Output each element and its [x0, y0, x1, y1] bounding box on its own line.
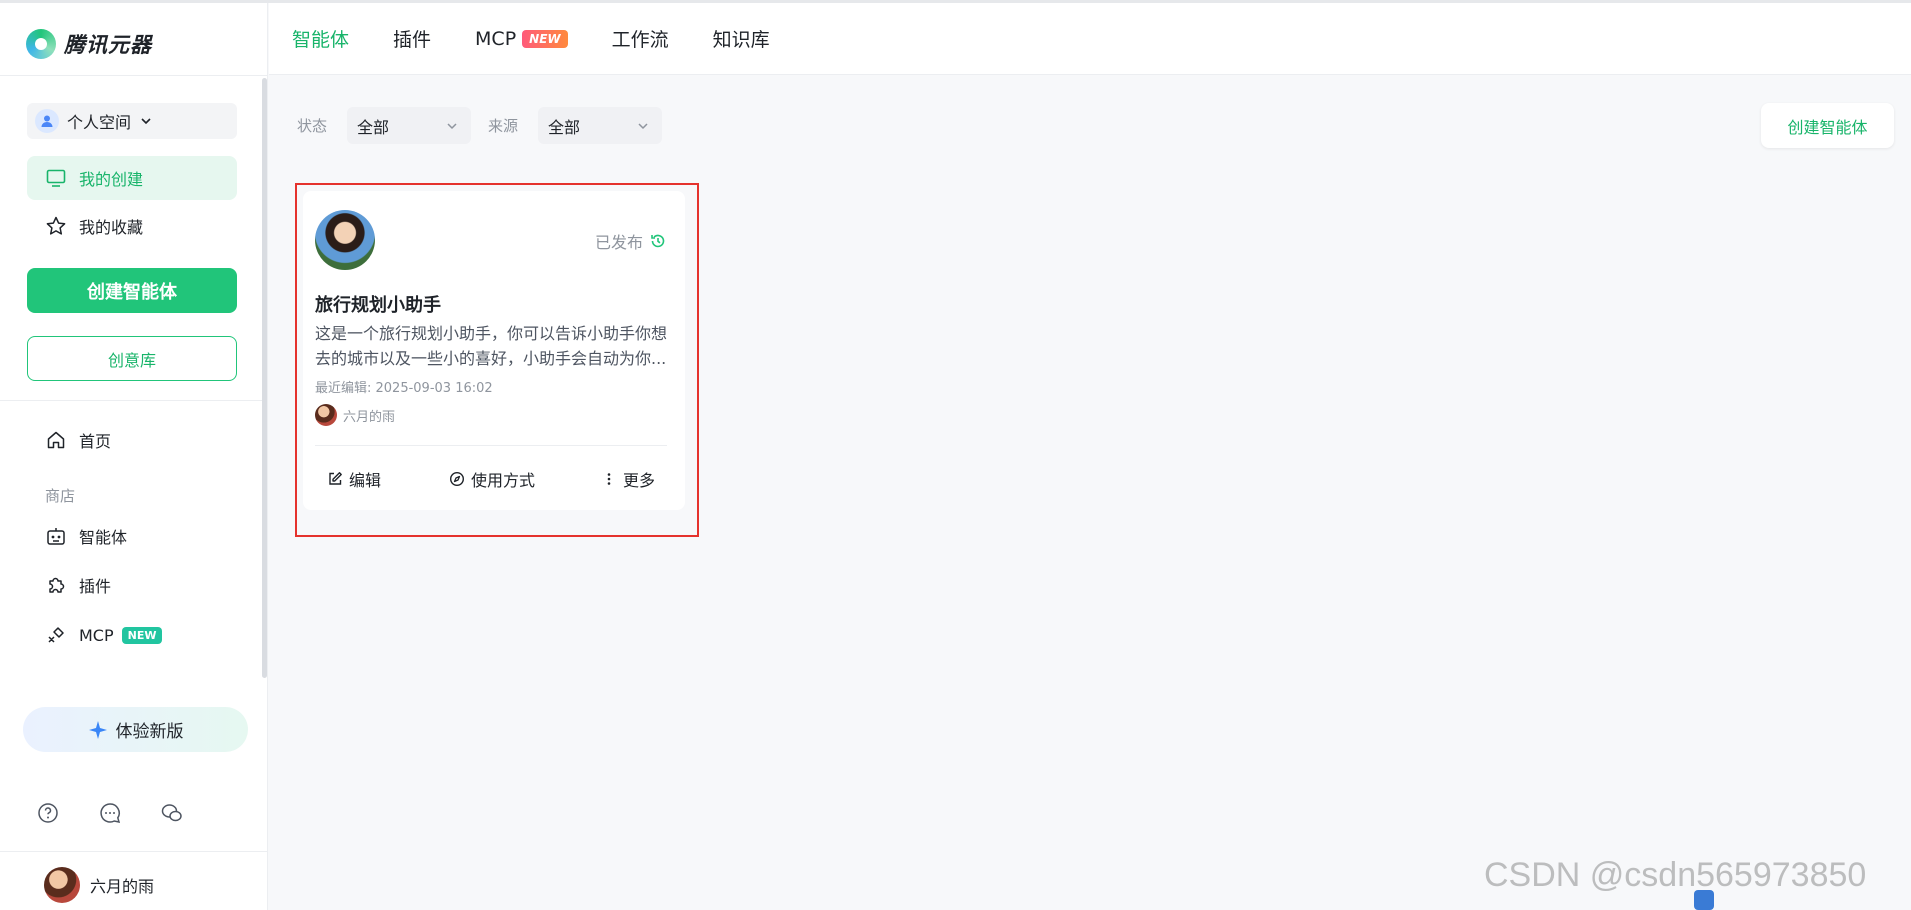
- sidebar-item-agents[interactable]: 智能体: [27, 514, 237, 558]
- usage-label: 使用方式: [471, 471, 536, 490]
- create-agent-button[interactable]: 创建智能体: [27, 268, 237, 313]
- sparkle-icon: [88, 720, 107, 739]
- try-new-version-button[interactable]: 体验新版: [23, 707, 248, 752]
- yuanqi-logo-icon: [26, 29, 56, 59]
- create-agent-top-button[interactable]: 创建智能体: [1761, 103, 1894, 148]
- sidebar-item-plugins[interactable]: 插件: [27, 563, 237, 607]
- more-label: 更多: [623, 471, 656, 490]
- status-filter-label: 状态: [297, 117, 328, 135]
- compass-icon: [449, 471, 465, 487]
- link-icon: [48, 627, 64, 643]
- floating-widget-icon[interactable]: [1694, 890, 1714, 910]
- wechat-icon[interactable]: [160, 801, 184, 825]
- robot-icon: [47, 528, 65, 545]
- idea-library-button[interactable]: 创意库: [27, 336, 237, 381]
- sidebar-scrollbar[interactable]: [262, 78, 267, 678]
- status-badge: 已发布: [595, 229, 667, 253]
- sidebar: 腾讯元器 个人空间 我的创建 我的收藏 创建智能体 创意库 首页 商店 智能体 …: [0, 3, 268, 910]
- usage-button[interactable]: 使用方式: [449, 467, 535, 491]
- tab-agents[interactable]: 智能体: [292, 25, 349, 52]
- sidebar-item-label: 智能体: [79, 528, 128, 547]
- brand-logo[interactable]: 腾讯元器: [26, 27, 152, 61]
- sidebar-item-label: MCP: [79, 625, 114, 645]
- space-selector[interactable]: 个人空间: [27, 103, 237, 139]
- tab-mcp[interactable]: MCP NEW: [475, 28, 568, 50]
- user-name: 六月的雨: [90, 877, 155, 896]
- new-badge: NEW: [121, 626, 163, 644]
- status-text: 已发布: [594, 233, 643, 252]
- home-icon: [47, 431, 65, 449]
- status-filter-value: 全部: [357, 117, 390, 137]
- sidebar-item-mcp[interactable]: MCP NEW: [27, 613, 237, 657]
- last-edited: 最近编辑: 2025-09-03 16:02: [315, 381, 493, 396]
- agent-author: 六月的雨: [315, 404, 395, 426]
- message-icon[interactable]: [98, 801, 122, 825]
- more-vertical-icon: [607, 473, 611, 485]
- try-new-version-label: 体验新版: [115, 722, 184, 742]
- sidebar-item-label: 我的收藏: [79, 218, 144, 237]
- source-filter-label: 来源: [488, 117, 519, 135]
- chevron-down-icon: [638, 122, 648, 129]
- space-label: 个人空间: [67, 113, 132, 132]
- agent-avatar: [315, 210, 375, 270]
- agent-description: 这是一个旅行规划小助手，你可以告诉小助手你想去的城市以及一些小的喜好，小助手会自…: [315, 324, 667, 368]
- tab-plugins[interactable]: 插件: [393, 25, 431, 52]
- tab-workflow[interactable]: 工作流: [612, 25, 669, 52]
- user-icon: [35, 109, 59, 133]
- history-icon[interactable]: [649, 232, 667, 250]
- store-section-label: 商店: [45, 487, 76, 505]
- brand-name: 腾讯元器: [64, 33, 152, 57]
- watermark: CSDN @csdn565973850: [1484, 856, 1867, 894]
- edit-button[interactable]: 编辑: [327, 467, 381, 491]
- tab-knowledge-base[interactable]: 知识库: [713, 25, 770, 52]
- edit-icon: [329, 472, 342, 485]
- top-nav: 智能体 插件 MCP NEW 工作流 知识库: [269, 3, 1911, 75]
- sidebar-item-label: 我的创建: [79, 170, 144, 189]
- edit-label: 编辑: [349, 471, 382, 490]
- tab-mcp-label: MCP: [475, 27, 517, 50]
- avatar: [315, 404, 337, 426]
- agent-title: 旅行规划小助手: [315, 295, 441, 316]
- chevron-down-icon: [447, 122, 457, 129]
- sidebar-item-my-created[interactable]: 我的创建: [27, 156, 237, 200]
- source-filter-value: 全部: [548, 117, 581, 137]
- sidebar-item-label: 插件: [79, 577, 112, 596]
- new-badge: NEW: [522, 29, 568, 48]
- chevron-down-icon: [141, 118, 151, 125]
- help-icon[interactable]: [36, 801, 60, 825]
- agent-card[interactable]: 已发布 旅行规划小助手 这是一个旅行规划小助手，你可以告诉小助手你想去的城市以及…: [303, 191, 685, 510]
- sidebar-item-my-favorites[interactable]: 我的收藏: [27, 204, 237, 248]
- puzzle-icon: [49, 577, 65, 593]
- status-filter-select[interactable]: 全部: [347, 107, 471, 144]
- star-icon: [46, 216, 66, 235]
- monitor-icon: [46, 169, 66, 187]
- sidebar-item-label: 首页: [79, 432, 112, 451]
- sidebar-item-home[interactable]: 首页: [27, 418, 237, 462]
- author-name: 六月的雨: [343, 409, 396, 425]
- avatar: [44, 867, 80, 903]
- user-profile[interactable]: 六月的雨: [44, 867, 154, 903]
- source-filter-select[interactable]: 全部: [538, 107, 662, 144]
- more-button[interactable]: 更多: [601, 467, 655, 491]
